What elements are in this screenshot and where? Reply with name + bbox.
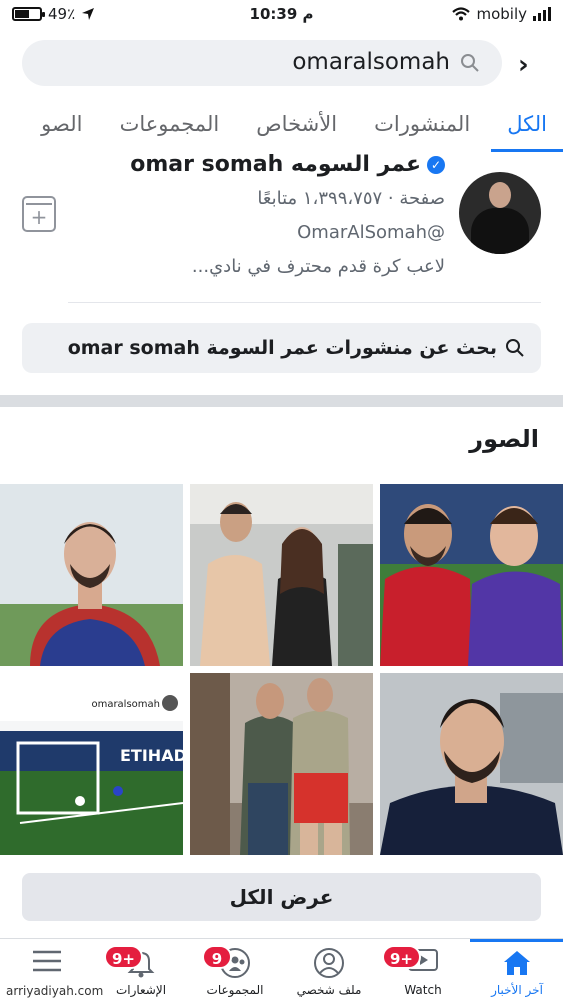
photo-thumbnail[interactable]: omaralsomah ETIHAD xyxy=(0,673,183,855)
nav-notifications[interactable]: 9+ الإشعارات xyxy=(94,939,188,1000)
home-icon xyxy=(504,951,530,975)
profile-icon xyxy=(314,948,344,978)
search-icon xyxy=(506,339,524,357)
photo-thumbnail[interactable] xyxy=(380,484,563,666)
chevron-right-icon[interactable]: › xyxy=(518,50,529,80)
tab-all[interactable]: الكل xyxy=(491,98,563,152)
photos-title: الصور xyxy=(469,425,539,453)
verified-icon: ✓ xyxy=(427,155,445,174)
stadium-ad-text: ETIHAD xyxy=(120,746,183,765)
search-tabs: الكل المنشورات الأشخاص المجموعات الصو xyxy=(0,98,563,158)
profile-result[interactable]: ✓ عمر السومه omar somah صفحة · ١،٣٩٩،٧٥٧… xyxy=(0,152,563,398)
menu-icon xyxy=(33,950,61,972)
wifi-icon xyxy=(452,7,471,21)
profile-handle: @OmarAlSomah xyxy=(297,222,445,243)
signal-icon xyxy=(533,7,551,21)
avatar[interactable] xyxy=(459,172,541,254)
nav-watch[interactable]: 9+ Watch xyxy=(376,939,470,1000)
view-all-button[interactable]: عرض الكل xyxy=(22,873,541,921)
add-page-button[interactable]: + xyxy=(22,196,56,232)
nav-profile[interactable]: ملف شخصي xyxy=(282,939,376,1000)
photo-thumbnail[interactable] xyxy=(190,673,373,855)
photo-thumbnail[interactable] xyxy=(0,484,183,666)
status-bar: 49٪ 10:39 م mobily xyxy=(0,0,563,30)
profile-name[interactable]: ✓ عمر السومه omar somah xyxy=(130,152,445,177)
search-page-posts-button[interactable]: بحث عن منشورات عمر السومة omar somah xyxy=(22,323,541,373)
profile-followers: صفحة · ١،٣٩٩،٧٥٧ متابعًا xyxy=(257,188,445,209)
tab-posts[interactable]: المنشورات xyxy=(358,98,486,152)
notifications-badge: 9+ xyxy=(104,945,144,969)
photo-thumbnail[interactable] xyxy=(190,484,373,666)
photo-thumbnail[interactable] xyxy=(380,673,563,855)
divider xyxy=(68,302,541,303)
search-query: omaralsomah xyxy=(292,49,450,75)
tab-photos[interactable]: الصو xyxy=(25,98,98,152)
post-handle-text: omaralsomah xyxy=(91,699,160,710)
nav-groups[interactable]: 9 المجموعات xyxy=(188,939,282,1000)
tab-people[interactable]: الأشخاص xyxy=(240,98,353,152)
watermark: arriyadiyah.com xyxy=(6,984,104,998)
section-separator xyxy=(0,395,563,407)
profile-bio: لاعب كرة قدم محترف في نادي... xyxy=(191,256,445,277)
watch-badge: 9+ xyxy=(382,945,422,969)
nav-news-feed[interactable]: آخر الأخبار xyxy=(470,939,563,1000)
groups-badge: 9 xyxy=(202,945,232,969)
search-input[interactable]: omaralsomah xyxy=(22,40,502,86)
search-icon xyxy=(461,54,479,72)
carrier-name: mobily xyxy=(476,5,527,23)
tab-groups[interactable]: المجموعات xyxy=(104,98,236,152)
